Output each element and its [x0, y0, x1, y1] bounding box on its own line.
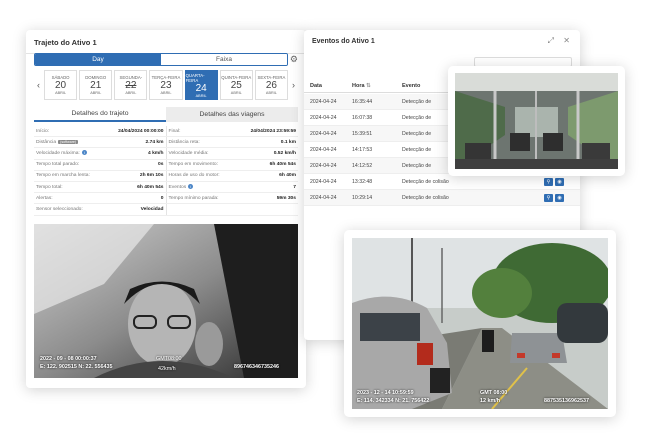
road-camera-device-id: 887535136962537 — [544, 398, 589, 404]
day-item[interactable]: QUINTA-FEIRA 25 ABRIL — [219, 70, 253, 100]
day-item-selected[interactable]: QUARTA-FEIRA 24 ABRIL — [184, 70, 218, 100]
camera-speed: 42km/h — [158, 366, 176, 372]
view-icon[interactable]: ◉ — [555, 193, 564, 202]
day-item[interactable]: SÁBADO 20 ABRIL — [44, 70, 78, 100]
range-toggle-button[interactable]: Faixa — [161, 54, 287, 65]
column-time[interactable]: Hora ⇅ — [352, 83, 402, 89]
chevron-left-icon[interactable]: ‹ — [34, 70, 43, 100]
view-toggle: Day Faixa ⚙ — [34, 53, 298, 66]
day-item[interactable]: DOMINGO 21 ABRIL — [79, 70, 113, 100]
day-toggle-button[interactable]: Day — [35, 54, 161, 65]
sort-icon: ⇅ — [366, 83, 371, 89]
day-item[interactable]: TERÇA-FEIRA 23 ABRIL — [149, 70, 183, 100]
detail-row: Distância (software) 2.74 km Distância ret… — [34, 137, 298, 149]
table-row[interactable]: 2024-04-24 10:29:14 Detecção de colisão ⚲ ◉ — [304, 190, 580, 206]
panel-title: Trajeto do Ativo 1 — [26, 30, 306, 54]
detail-row: Início: 24/04/2024 00:00:00 Final: 24/04/2… — [34, 126, 298, 138]
info-icon[interactable]: i — [188, 184, 194, 190]
camera-gmt: GMT08:00 — [156, 356, 182, 362]
gear-icon[interactable]: ⚙ — [290, 54, 298, 65]
events-title: Eventos do Ativo 1 — [312, 38, 375, 45]
trip-panel: Trajeto do Ativo 1 Day Faixa ⚙ ‹ SÁBADO 2… — [26, 30, 306, 388]
chevron-right-icon[interactable]: › — [289, 70, 298, 100]
road-camera-speed: 12 km/h — [480, 398, 501, 404]
column-date[interactable]: Data — [304, 83, 352, 89]
camera-datetime: 2022 - 09 - 08 00:00:37 — [40, 356, 97, 362]
road-camera-coordinates: E: 114. 342334 N: 21. 756422 — [357, 398, 430, 404]
detail-row: Alertas: 0 Tempo mínimo parada: 59m 30s — [34, 193, 298, 205]
day-item[interactable]: SEXTA-FEIRA 26 ABRIL — [254, 70, 288, 100]
detail-row: Velocidade máxima: i 4 km/h Velocidade méd… — [34, 148, 298, 160]
driver-camera-feed: 2022 - 09 - 08 00:00:37 E: 122. 902515 N… — [34, 224, 298, 378]
expand-icon[interactable]: ⤢ — [548, 36, 554, 46]
road-camera-image: 2023 - 12 - 14 10:59:59 E: 114. 342334 N… — [352, 238, 608, 409]
day-picker: ‹ SÁBADO 20 ABRIL DOMINGO 21 ABRIL SEGUNDA- 2… — [34, 70, 298, 100]
driver-camera-image — [34, 224, 298, 378]
tab-trip-details[interactable]: Detalhes do trajeto — [34, 107, 166, 122]
detail-row: Sensor seleccionado: Velocidad — [34, 204, 298, 216]
table-row[interactable]: 2024-04-24 13:32:48 Detecção de colisão ⚲ ◉ — [304, 174, 580, 190]
road-camera-card: 2023 - 12 - 14 10:59:59 E: 114. 342334 N… — [344, 230, 616, 417]
bus-camera-card — [448, 66, 625, 176]
bus-interior-image — [455, 73, 618, 169]
day-item[interactable]: SEGUNDA- 22 ABRIL — [114, 70, 148, 100]
detail-tabs: Detalhes do trajeto Detalhes das viagens — [34, 107, 298, 122]
location-icon[interactable]: ⚲ — [544, 193, 553, 202]
location-icon[interactable]: ⚲ — [544, 177, 553, 186]
detail-row: Tempo total: 6h 40m 54s Eventos i 7 — [34, 181, 298, 194]
info-icon[interactable]: i — [81, 150, 87, 156]
view-icon[interactable]: ◉ — [555, 177, 564, 186]
detail-row: Tempo em marcha lenta: 2h 6m 10s Horas de… — [34, 170, 298, 182]
tab-travel-details[interactable]: Detalhes das viagens — [166, 107, 298, 122]
close-icon[interactable]: ✕ — [563, 36, 570, 45]
camera-device-id: 896746346735246 — [234, 364, 279, 370]
camera-coordinates: E: 122. 902515 N: 22. 556435 — [40, 364, 113, 370]
software-badge: (software) — [58, 139, 79, 144]
trip-details-grid: Início: 24/04/2024 00:00:00 Final: 24/04/2… — [34, 126, 298, 216]
road-camera-datetime: 2023 - 12 - 14 10:59:59 — [357, 390, 414, 396]
detail-row: Tempo total parado: 0s Tempo em movimento… — [34, 159, 298, 171]
road-camera-gmt: GMT 08:00 — [480, 390, 508, 396]
